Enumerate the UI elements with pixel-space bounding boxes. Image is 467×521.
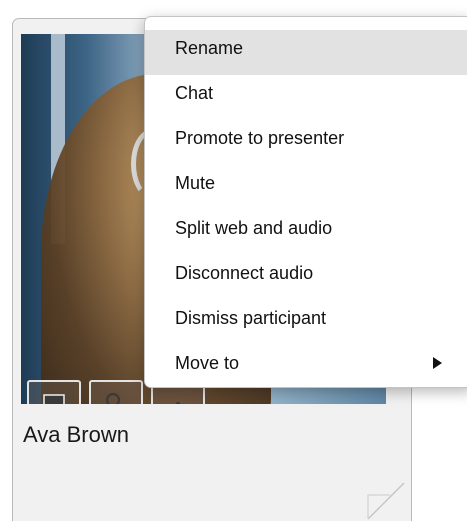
menu-item-rename[interactable]: Rename	[145, 30, 467, 75]
menu-item-label: Rename	[175, 38, 244, 58]
menu-item-dismiss-participant[interactable]: Dismiss participant	[145, 300, 467, 345]
chat-button[interactable]	[27, 380, 81, 404]
menu-item-chat[interactable]: Chat	[145, 75, 467, 120]
menu-item-move-to[interactable]: Move to	[145, 345, 467, 390]
menu-item-label: Split web and audio	[175, 218, 333, 238]
menu-item-label: Mute	[175, 173, 216, 193]
participant-name: Ava Brown	[23, 422, 129, 447]
person-icon	[105, 392, 121, 404]
menu-item-label: Chat	[175, 83, 214, 103]
participant-context-menu: Rename Chat Promote to presenter Mute Sp…	[144, 16, 467, 388]
resize-grip-icon[interactable]	[360, 475, 406, 521]
menu-item-label: Disconnect audio	[175, 263, 314, 283]
menu-item-label: Dismiss participant	[175, 308, 327, 328]
menu-item-disconnect-audio[interactable]: Disconnect audio	[145, 255, 467, 300]
participant-view: Ava Brown Rename Chat Promote to present…	[0, 0, 467, 521]
menu-item-split-web-and-audio[interactable]: Split web and audio	[145, 210, 467, 255]
more-icon	[176, 402, 180, 404]
menu-item-mute[interactable]: Mute	[145, 165, 467, 210]
menu-item-label: Promote to presenter	[175, 128, 345, 148]
chat-bubble-icon	[43, 394, 65, 404]
menu-item-promote-to-presenter[interactable]: Promote to presenter	[145, 120, 467, 165]
menu-item-label: Move to	[175, 353, 240, 373]
submenu-arrow-icon	[433, 357, 442, 369]
participant-info-button[interactable]	[89, 380, 143, 404]
